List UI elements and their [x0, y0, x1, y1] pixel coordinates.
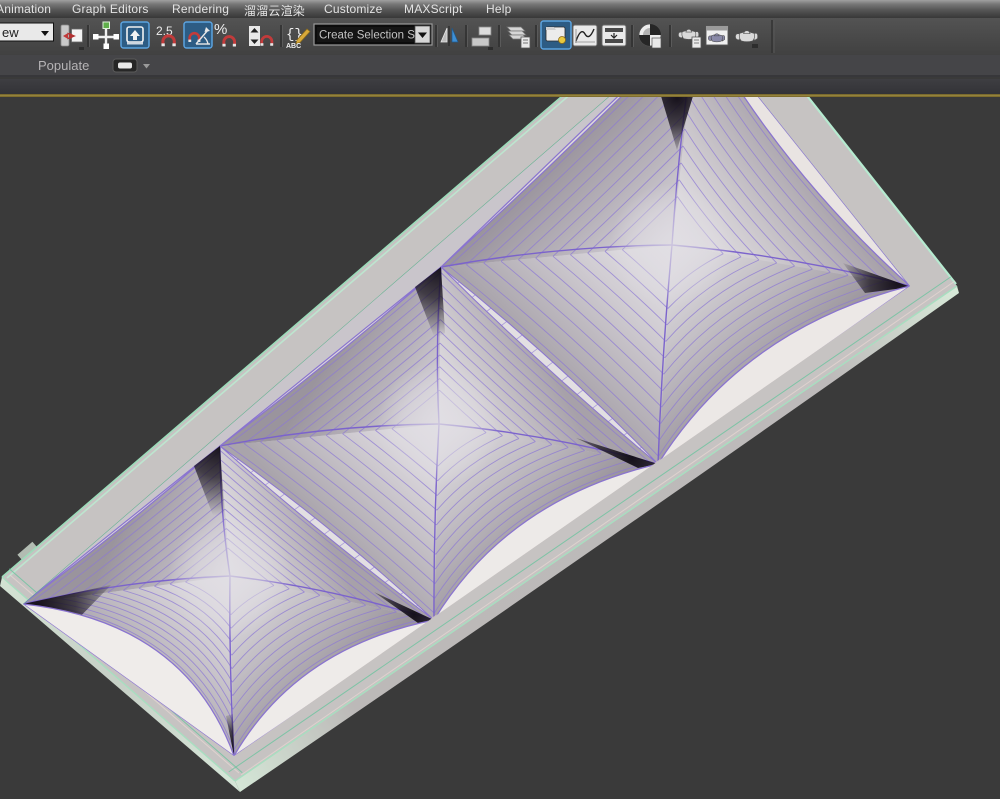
svg-text:%: % [214, 21, 227, 38]
svg-text:ABC: ABC [286, 43, 301, 50]
svg-text:ew: ew [2, 25, 19, 40]
svg-text:Create Selection Se: Create Selection Se [319, 30, 421, 42]
